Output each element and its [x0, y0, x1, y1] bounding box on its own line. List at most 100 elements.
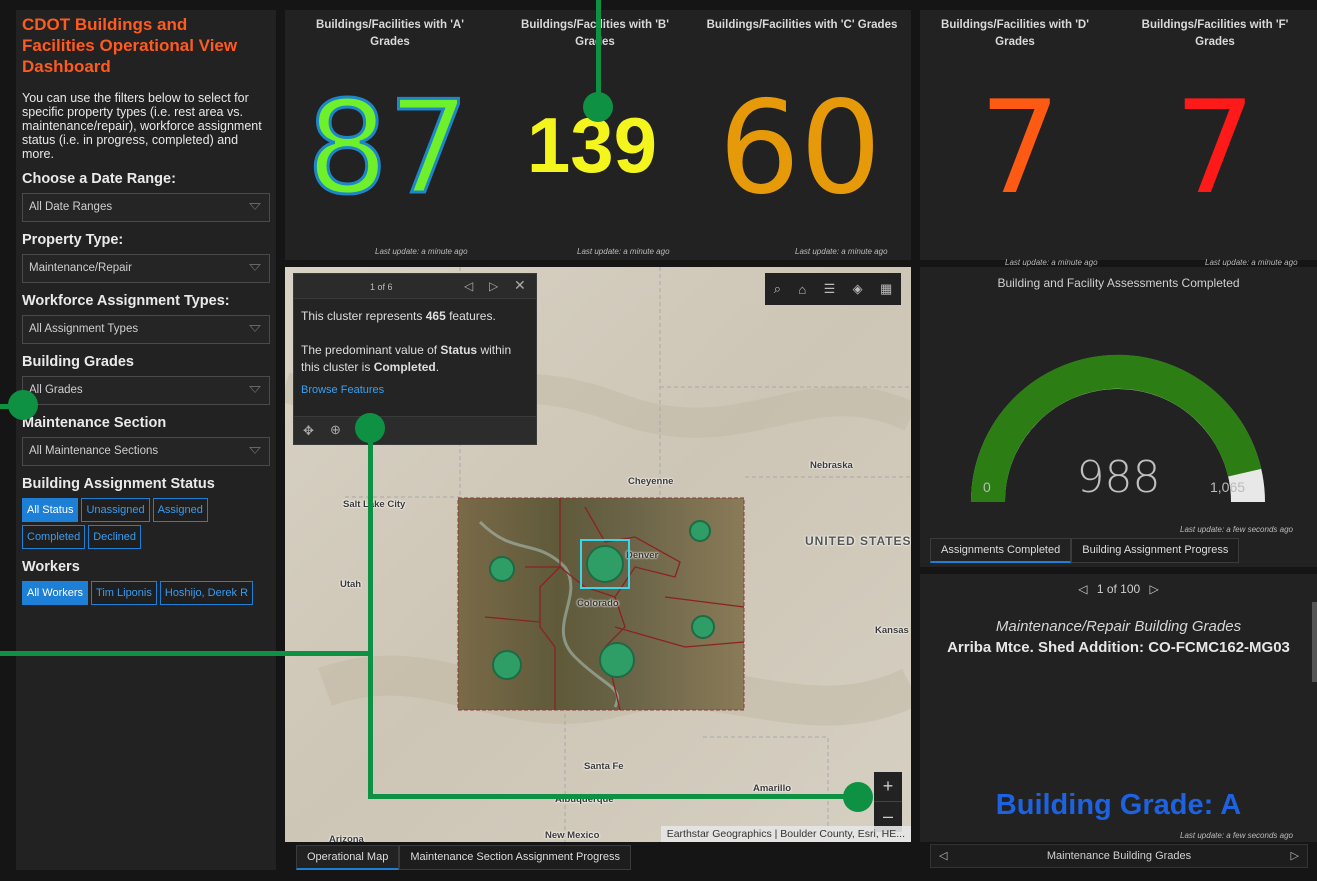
property-type-value: Maintenance/Repair [29, 262, 132, 274]
maintenance-section-value: All Maintenance Sections [29, 445, 159, 457]
popup-footer: ✥ ⊕ [294, 416, 536, 444]
chip-hoshijo-derek[interactable]: Hoshijo, Derek R [159, 581, 254, 605]
chevron-down-icon [249, 386, 261, 393]
building-grades-list: ◁ 1 of 100 ▷ Maintenance/Repair Building… [920, 574, 1317, 842]
kpi-b-title: Buildings/Facilities with 'B' Grades [521, 19, 669, 48]
date-range-label: Choose a Date Range: [22, 171, 176, 187]
dashboard-title: CDOT Buildings and Facilities Operationa… [22, 15, 238, 76]
label-santa-fe: Santa Fe [584, 761, 624, 772]
tab-maintenance-section-progress[interactable]: Maintenance Section Assignment Progress [399, 845, 632, 870]
list-pager: ◁ 1 of 100 ▷ [920, 582, 1317, 596]
chip-all-status[interactable]: All Status [22, 498, 79, 522]
assignment-status-label: Building Assignment Status [22, 476, 215, 492]
annotation-marker [843, 782, 873, 812]
cluster-marker[interactable] [689, 520, 711, 542]
kpi-f-value: 7 [1174, 74, 1256, 223]
popup-line-2: The predominant value of Status within t… [301, 343, 512, 374]
tab-building-assignment-progress[interactable]: Building Assignment Progress [1071, 538, 1240, 563]
list-pager-text: 1 of 100 [1096, 582, 1141, 596]
property-type-dropdown[interactable]: Maintenance/Repair [22, 254, 270, 283]
basemap-icon[interactable]: ▦ [880, 281, 892, 297]
status-chip-group: All Status Unassigned Assigned Completed… [22, 498, 270, 549]
zoom-control: + – [874, 772, 902, 832]
map-tabs: Operational Map Maintenance Section Assi… [296, 845, 632, 870]
cluster-marker[interactable] [599, 642, 635, 678]
kpi-d-value: 7 [979, 74, 1061, 223]
legend-icon[interactable]: ☰ [824, 281, 836, 297]
label-nebraska: Nebraska [810, 460, 853, 471]
list-footer-nav: ◁ Maintenance Building Grades ▷ [930, 844, 1308, 868]
browse-features-link[interactable]: Browse Features [301, 382, 529, 399]
worker-chip-group: All Workers Tim Liponis Hoshijo, Derek R [22, 581, 270, 605]
maintenance-section-label: Maintenance Section [22, 415, 167, 431]
home-icon[interactable]: ⌂ [798, 282, 806, 297]
tab-assignments-completed[interactable]: Assignments Completed [930, 538, 1072, 563]
chip-declined[interactable]: Declined [88, 525, 142, 549]
building-grades-dropdown[interactable]: All Grades [22, 376, 270, 405]
assignment-types-dropdown[interactable]: All Assignment Types [22, 315, 270, 344]
label-arizona: Arizona [329, 834, 364, 842]
assignment-types-value: All Assignment Types [29, 323, 139, 335]
workers-label: Workers [22, 559, 80, 575]
kpi-f-title: Buildings/Facilities with 'F' Grades [1141, 19, 1289, 48]
annotation-marker [8, 390, 38, 420]
cluster-marker[interactable] [691, 615, 715, 639]
chip-all-workers[interactable]: All Workers [22, 581, 89, 605]
assessments-gauge-panel: Building and Facility Assessments Comple… [920, 267, 1317, 567]
cluster-marker[interactable] [586, 545, 624, 583]
label-salt-lake-city: Salt Lake City [343, 499, 406, 510]
property-type-label: Property Type: [22, 232, 124, 248]
cluster-popup: 1 of 6 ◁ ▷ ✕ This cluster represents 465… [293, 273, 537, 445]
tab-operational-map[interactable]: Operational Map [296, 845, 400, 870]
building-grade: Building Grade: A [995, 789, 1242, 821]
next-icon[interactable]: ▷ [489, 279, 498, 293]
label-new-mexico: New Mexico [545, 830, 600, 841]
sidebar-description: You can use the filters below to select … [22, 91, 262, 161]
list-item-name: Arriba Mtce. Shed Addition: CO-FCMC162-M… [947, 639, 1290, 656]
kpi-a-updated: Last update: a minute ago [375, 247, 468, 256]
next-icon[interactable]: ▷ [1291, 849, 1299, 862]
label-united-states: UNITED STATES [805, 534, 911, 548]
gauge-tabs: Assignments Completed Building Assignmen… [930, 538, 1240, 563]
previous-icon[interactable]: ◁ [464, 279, 473, 293]
kpi-d-updated: Last update: a minute ago [1005, 258, 1098, 267]
chip-tim-liponis[interactable]: Tim Liponis [91, 581, 157, 605]
zoom-in-button[interactable]: + [874, 772, 902, 802]
chip-unassigned[interactable]: Unassigned [81, 498, 150, 522]
list-updated: Last update: a few seconds ago [1180, 831, 1293, 840]
building-grades-value: All Grades [29, 384, 83, 396]
pan-icon[interactable]: ✥ [303, 423, 314, 439]
cluster-marker[interactable] [489, 556, 515, 582]
chip-completed[interactable]: Completed [22, 525, 86, 549]
popup-header: 1 of 6 ◁ ▷ ✕ [294, 274, 536, 299]
list-scrollbar[interactable] [1312, 602, 1317, 682]
label-utah: Utah [340, 579, 362, 590]
label-colorado: Colorado [577, 598, 619, 609]
zoom-to-icon[interactable]: ⊕ [330, 422, 341, 438]
close-icon[interactable]: ✕ [514, 277, 526, 294]
cluster-marker[interactable] [492, 650, 522, 680]
label-denver: Denver [626, 550, 659, 561]
layers-icon[interactable]: ◈ [853, 281, 863, 297]
popup-line-1: This cluster represents 465 features. [301, 309, 496, 323]
maintenance-section-dropdown[interactable]: All Maintenance Sections [22, 437, 270, 466]
gauge-title: Building and Facility Assessments Comple… [997, 276, 1240, 290]
label-amarillo: Amarillo [753, 783, 792, 794]
chevron-down-icon [249, 264, 261, 271]
annotation-line [0, 651, 370, 656]
kpi-b-updated: Last update: a minute ago [577, 247, 670, 256]
chevron-down-icon [249, 325, 261, 332]
gauge-chart [970, 354, 1265, 503]
previous-icon[interactable]: ◁ [1078, 582, 1087, 596]
date-range-dropdown[interactable]: All Date Ranges [22, 193, 270, 222]
popup-body: This cluster represents 465 features. Th… [294, 299, 536, 408]
kpi-a-value: 87 [305, 74, 471, 223]
chip-assigned[interactable]: Assigned [152, 498, 208, 522]
map-attribution: Earthstar Geographics | Boulder County, … [660, 826, 911, 842]
annotation-marker [583, 92, 613, 122]
search-icon[interactable]: ⌕ [774, 281, 781, 297]
operational-map[interactable]: Cheyenne Salt Lake City Nebraska UNITED … [285, 267, 911, 842]
kpi-c-value: 60 [718, 74, 882, 223]
next-icon[interactable]: ▷ [1150, 582, 1159, 596]
kpi-a-title: Buildings/Facilities with 'A' Grades [316, 19, 464, 48]
